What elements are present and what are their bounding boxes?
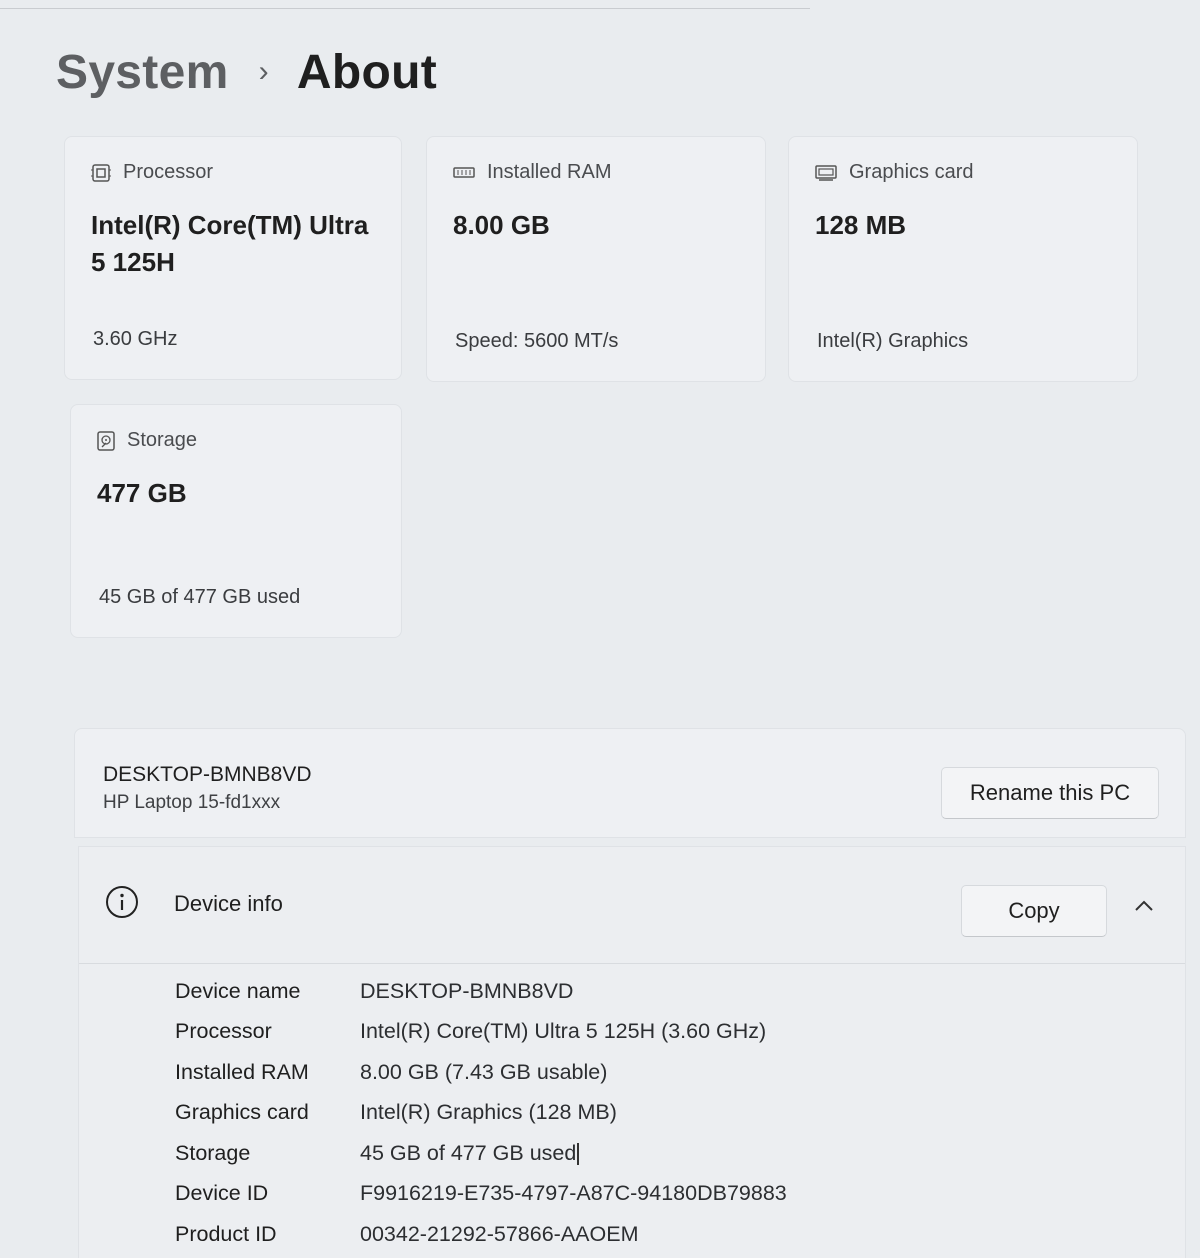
info-icon	[106, 886, 138, 918]
storage-card-sub: 45 GB of 477 GB used	[99, 586, 301, 608]
pc-name: DESKTOP-BMNB8VD	[103, 763, 312, 786]
processor-card: Processor Intel(R) Core(TM) Ultra 5 125H…	[64, 136, 402, 380]
processor-card-label: Processor	[123, 161, 214, 183]
graphics-card-value: 128 MB	[815, 210, 907, 240]
graphics-card-label: Graphics card	[849, 161, 974, 183]
spec-label: Graphics card	[175, 1100, 309, 1125]
spec-row-graphics-card: Graphics card Intel(R) Graphics (128 MB)	[175, 1093, 787, 1134]
spec-row-processor: Processor Intel(R) Core(TM) Ultra 5 125H…	[175, 1012, 787, 1053]
ram-card-sub: Speed: 5600 MT/s	[455, 330, 619, 352]
device-spec-table: Device name DESKTOP-BMNB8VD Processor In…	[175, 971, 787, 1255]
ram-card-value: 8.00 GB	[453, 210, 550, 240]
spec-label: Device ID	[175, 1181, 269, 1206]
spec-value: 8.00 GB (7.43 GB usable)	[360, 1059, 608, 1084]
spec-row-installed-ram: Installed RAM 8.00 GB (7.43 GB usable)	[175, 1052, 787, 1093]
spec-label: Storage	[175, 1140, 251, 1165]
storage-card-value: 477 GB	[97, 478, 187, 508]
device-info-title: Device info	[174, 891, 283, 916]
copy-button[interactable]: Copy	[961, 885, 1107, 937]
chevron-right-icon: ›	[258, 55, 269, 88]
spec-label: Processor	[175, 1019, 272, 1044]
processor-icon	[91, 163, 111, 182]
spec-row-storage: Storage 45 GB of 477 GB used	[175, 1133, 787, 1174]
spec-label: Product ID	[175, 1221, 277, 1246]
spec-value: Intel(R) Core(TM) Ultra 5 125H (3.60 GHz…	[360, 1019, 767, 1044]
breadcrumb-system-link[interactable]: System	[56, 45, 229, 100]
storage-icon	[97, 430, 115, 451]
ram-card: Installed RAM 8.00 GB Speed: 5600 MT/s	[426, 136, 766, 382]
page-title: About	[296, 45, 437, 99]
spec-value: 45 GB of 477 GB used	[360, 1140, 580, 1166]
spec-label: Device name	[175, 978, 301, 1003]
ram-card-label: Installed RAM	[487, 161, 612, 183]
top-divider	[0, 8, 810, 9]
device-info-header[interactable]: Device info Copy	[79, 847, 1185, 964]
spec-value: DESKTOP-BMNB8VD	[360, 978, 574, 1003]
spec-value: Intel(R) Graphics (128 MB)	[360, 1100, 617, 1125]
storage-card-label: Storage	[127, 429, 198, 451]
spec-row-device-name: Device name DESKTOP-BMNB8VD	[175, 971, 787, 1012]
ram-icon	[453, 166, 475, 178]
pc-name-section: DESKTOP-BMNB8VD HP Laptop 15-fd1xxx Rena…	[74, 728, 1186, 838]
device-info-panel: Device info Copy Device name DESKTOP-BMN…	[78, 846, 1186, 1258]
text-cursor-icon	[577, 1143, 580, 1166]
graphics-card-card: Graphics card 128 MB Intel(R) Graphics	[788, 136, 1138, 382]
rename-pc-button[interactable]: Rename this PC	[941, 767, 1159, 819]
breadcrumb: System › About	[56, 40, 437, 104]
spec-row-device-id: Device ID F9916219-E735-4797-A87C-94180D…	[175, 1174, 787, 1215]
spec-value: F9916219-E735-4797-A87C-94180DB79883	[360, 1181, 787, 1206]
spec-value-text: 45 GB of 477 GB used	[360, 1140, 577, 1165]
processor-card-value: Intel(R) Core(TM) Ultra 5 125H	[91, 210, 369, 277]
spec-row-product-id: Product ID 00342-21292-57866-AAOEM	[175, 1214, 787, 1255]
processor-card-sub: 3.60 GHz	[93, 328, 178, 350]
storage-card: Storage 477 GB 45 GB of 477 GB used	[70, 404, 402, 638]
graphics-card-sub: Intel(R) Graphics	[817, 330, 969, 352]
chevron-up-icon[interactable]	[1133, 899, 1155, 913]
graphics-card-icon	[815, 164, 837, 181]
spec-label: Installed RAM	[175, 1059, 309, 1084]
spec-value: 00342-21292-57866-AAOEM	[360, 1221, 639, 1246]
pc-model: HP Laptop 15-fd1xxx	[103, 792, 281, 813]
